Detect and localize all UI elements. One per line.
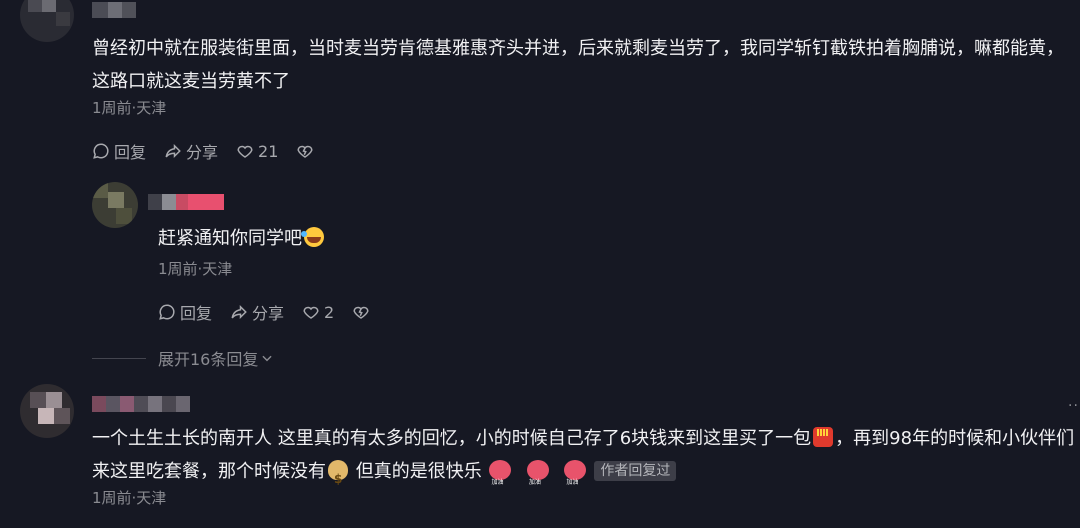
comment-icon [159, 304, 175, 320]
reply-meta: 1周前·天津 [158, 260, 233, 278]
avatar[interactable] [20, 384, 74, 438]
like-button[interactable]: 21 [236, 142, 278, 161]
reply-label: 回复 [114, 143, 147, 162]
reply-actions: 回复 分享 2 [158, 300, 370, 324]
avatar[interactable] [20, 0, 74, 42]
username-blurred[interactable] [92, 396, 190, 412]
heart-icon [237, 145, 253, 158]
reply-label: 回复 [180, 304, 213, 323]
avatar[interactable] [92, 182, 138, 228]
comment-text-part1: 一个土生土长的南开人 这里真的有太多的回忆，小的时候自己存了6块钱来到这里买了一… [92, 428, 812, 449]
reply-button[interactable]: 回复 [158, 300, 212, 324]
username-blurred[interactable] [148, 194, 224, 210]
divider-line [92, 357, 146, 359]
reply-button[interactable]: 回复 [92, 139, 146, 163]
money-bag-emoji-icon [328, 460, 348, 496]
comment-meta: 1周前·天津 [92, 99, 167, 117]
dislike-button[interactable] [296, 142, 314, 160]
broken-heart-icon [353, 306, 369, 319]
author-replied-badge: 作者回复过 [594, 461, 677, 481]
share-label: 分享 [186, 143, 219, 162]
share-button[interactable]: 分享 [230, 300, 284, 324]
share-button[interactable]: 分享 [164, 139, 218, 163]
username-blurred[interactable] [92, 2, 136, 18]
share-label: 分享 [252, 304, 285, 323]
comment-actions: 回复 分享 21 [92, 139, 314, 163]
more-options-icon[interactable]: ··· [1068, 398, 1080, 414]
cheer-emoji-icon [564, 460, 587, 499]
like-count: 21 [258, 141, 279, 161]
share-icon [165, 143, 181, 159]
comment-text: 曾经初中就在服装街里面，当时麦当劳肯德基雅惠齐头并进，后来就剩麦当劳了，我同学斩… [92, 38, 1064, 92]
like-button[interactable]: 2 [302, 303, 334, 322]
expand-replies-label: 展开16条回复 [158, 350, 259, 369]
fries-emoji-icon [813, 427, 834, 447]
comment-icon [93, 143, 109, 159]
chevron-down-icon [262, 355, 272, 362]
comment-text-part3: 但真的是很快乐 [355, 461, 482, 482]
broken-heart-icon [297, 145, 313, 158]
share-icon [231, 304, 247, 320]
comment-meta: 1周前·天津 [92, 489, 167, 507]
dislike-button[interactable] [352, 303, 370, 321]
cheer-emoji-icon [526, 460, 549, 499]
rofl-emoji-icon [301, 227, 324, 247]
cheer-emoji-icon [489, 460, 512, 499]
like-count: 2 [324, 302, 335, 322]
expand-replies-button[interactable]: 展开16条回复 [92, 346, 274, 370]
heart-icon [303, 306, 319, 319]
reply-text: 赶紧通知你同学吧 [158, 222, 326, 255]
reply-text-content: 赶紧通知你同学吧 [158, 228, 302, 249]
comment-text: 一个土生土长的南开人 这里真的有太多的回忆，小的时候自己存了6块钱来到这里买了一… [92, 422, 1076, 499]
